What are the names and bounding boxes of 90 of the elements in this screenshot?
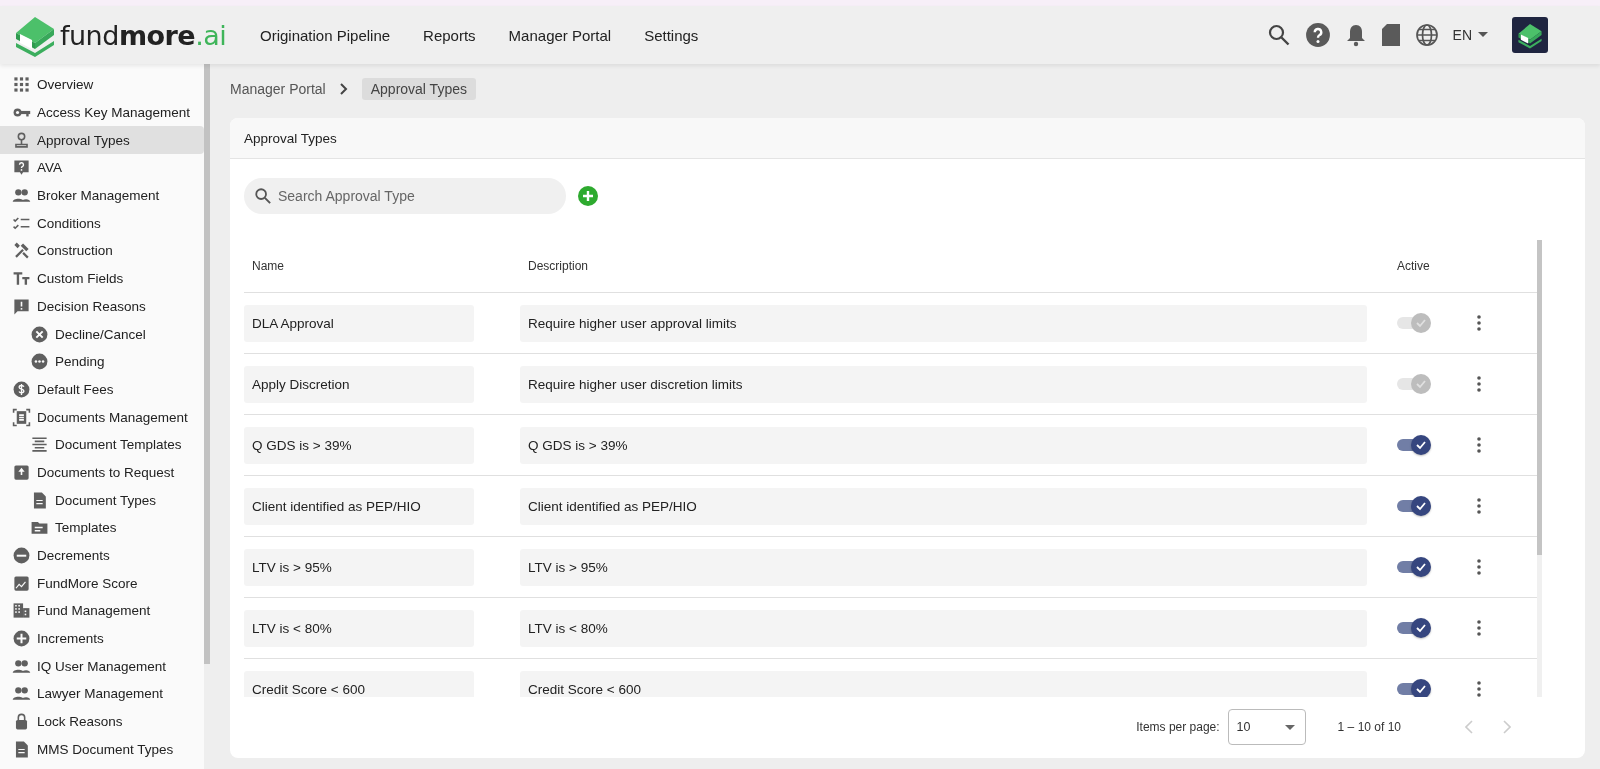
check-icon	[1415, 317, 1427, 329]
active-toggle[interactable]	[1397, 617, 1431, 639]
page-size-select[interactable]: 10	[1227, 709, 1306, 745]
caret-icon	[1478, 32, 1488, 38]
page-range: 1 – 10 of 10	[1337, 720, 1401, 734]
sidebar-item[interactable]: Decline/Cancel	[0, 320, 204, 348]
sidebar-item[interactable]: Conditions	[0, 209, 204, 238]
search-field[interactable]: Search Approval Type	[244, 178, 566, 214]
name-field[interactable]: Q GDS is > 39%	[244, 426, 474, 464]
chevron-right-icon	[339, 83, 348, 95]
menu-item-icon	[12, 241, 31, 261]
language-selector[interactable]: EN	[1452, 27, 1488, 43]
check-icon	[1415, 561, 1427, 573]
column-header: Name	[251, 259, 285, 273]
breadcrumb-item[interactable]: Approval Types	[361, 78, 476, 100]
scrollbar-thumb[interactable]	[1537, 240, 1542, 555]
sidebar-item[interactable]: Decrements	[0, 541, 204, 570]
menu-item-icon	[12, 601, 31, 621]
items-per-page-label: Items per page:	[1136, 720, 1220, 734]
check-icon	[1415, 622, 1427, 634]
caret-icon	[1284, 724, 1295, 730]
check-icon	[1415, 500, 1427, 512]
plus-icon	[582, 190, 594, 202]
menu-item-icon	[12, 462, 31, 482]
column-header: Active	[1396, 259, 1431, 273]
description-field[interactable]: LTV is < 80%	[520, 609, 1367, 647]
nav-link[interactable]: Reports	[423, 26, 476, 44]
sidebar-item[interactable]: Lock Reasons	[0, 707, 204, 736]
name-field[interactable]: LTV is < 80%	[244, 609, 474, 647]
name-field[interactable]: Credit Score < 600	[244, 670, 474, 697]
menu-item-icon	[30, 435, 49, 455]
sidebar-item[interactable]: Fund Management	[0, 597, 204, 625]
menu-item-icon	[12, 158, 31, 178]
menu-item-icon	[12, 407, 31, 427]
name-field[interactable]: LTV is > 95%	[244, 548, 474, 586]
active-toggle[interactable]	[1397, 434, 1431, 456]
sidebar-item[interactable]: FundMore Score	[0, 569, 204, 598]
menu-item-icon	[12, 75, 31, 95]
sidebar-item[interactable]: Document Types	[0, 486, 204, 514]
sidebar-item[interactable]: Approval Types	[0, 126, 204, 155]
sidebar-item[interactable]: Default Fees	[0, 375, 204, 404]
sidebar-item[interactable]: MMS Document Types	[0, 735, 204, 764]
sidebar-item[interactable]: Document Templates	[0, 430, 204, 459]
sidebar-item[interactable]: Templates	[0, 514, 204, 542]
sidebar-item[interactable]: Overview	[0, 71, 204, 99]
scrollbar-thumb[interactable]	[204, 64, 210, 664]
active-toggle[interactable]	[1397, 495, 1431, 517]
menu-item-icon	[12, 546, 31, 566]
sidebar-item[interactable]: Decision Reasons	[0, 292, 204, 321]
add-button[interactable]	[578, 186, 598, 206]
help-icon[interactable]	[1304, 22, 1331, 48]
nav-link[interactable]: Settings	[644, 26, 699, 44]
active-toggle[interactable]	[1397, 556, 1431, 578]
sidebar-item[interactable]: Documents to Request	[0, 458, 204, 487]
menu-item-icon	[12, 573, 31, 593]
menu-item-icon	[30, 324, 49, 344]
nav-link[interactable]: Origination Pipeline	[260, 26, 391, 44]
globe-icon[interactable]	[1414, 23, 1439, 47]
sidebar-item[interactable]: Access Key Management	[0, 98, 204, 127]
sidebar-item[interactable]: Pending	[0, 347, 204, 376]
description-field[interactable]: Q GDS is > 39%	[520, 426, 1367, 464]
active-toggle[interactable]	[1397, 678, 1431, 697]
search-icon[interactable]	[1266, 23, 1291, 47]
menu-item-icon	[12, 379, 31, 399]
nav-link[interactable]: Manager Portal	[508, 26, 612, 44]
sidebar-item[interactable]: AVA	[0, 154, 204, 182]
document-icon[interactable]	[1380, 23, 1401, 47]
breadcrumb-item[interactable]: Manager Portal	[230, 81, 326, 97]
sidebar-item[interactable]: IQ User Management	[0, 652, 204, 681]
name-field[interactable]: Client identified as PEP/HIO	[244, 487, 474, 525]
description-field[interactable]: Client identified as PEP/HIO	[520, 487, 1367, 525]
sidebar-item[interactable]: Documents Management	[0, 403, 204, 431]
menu-item-icon	[12, 629, 31, 649]
sidebar-item[interactable]: Custom Fields	[0, 264, 204, 293]
check-icon	[1415, 439, 1427, 451]
sidebar-item[interactable]: Lawyer Management	[0, 680, 204, 708]
card-title: Approval Types	[230, 118, 1585, 159]
description-field[interactable]: LTV is > 95%	[520, 548, 1367, 586]
sidebar-item[interactable]: Construction	[0, 237, 204, 265]
sidebar-item[interactable]: Broker Management	[0, 181, 204, 210]
check-icon	[1415, 683, 1427, 695]
description-field[interactable]: Credit Score < 600	[520, 670, 1367, 697]
logo-wordmark: fundmore.ai	[60, 19, 227, 51]
check-icon	[1415, 378, 1427, 390]
menu-item-icon	[30, 352, 49, 372]
menu-item-icon	[12, 130, 31, 150]
column-header: Description	[527, 259, 590, 273]
app-avatar[interactable]	[1512, 17, 1548, 53]
sidebar-item[interactable]: Increments	[0, 624, 204, 653]
menu-item-icon	[12, 296, 31, 316]
